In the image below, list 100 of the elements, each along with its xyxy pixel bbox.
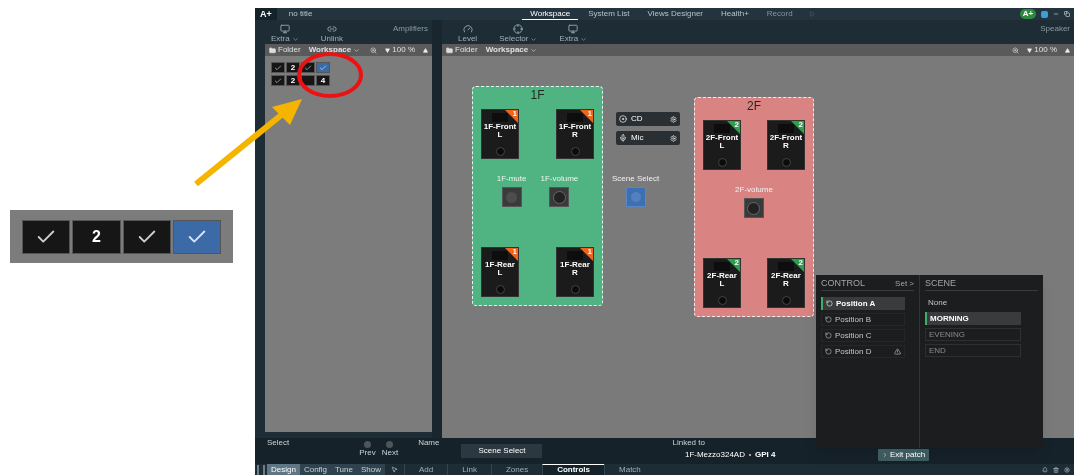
view-tab[interactable]: Controls xyxy=(542,464,605,475)
mode-tab[interactable]: Show xyxy=(356,464,385,475)
toolbar-button[interactable]: Extra xyxy=(271,24,299,43)
speaker[interactable]: 1F-Front L 1 xyxy=(481,109,519,159)
nav-button[interactable]: Next xyxy=(381,441,399,464)
speaker[interactable]: 2F-Front L 2 xyxy=(703,120,741,170)
disc-icon xyxy=(619,115,627,123)
checkmark-tile[interactable] xyxy=(301,62,315,73)
position-item[interactable]: Position C xyxy=(821,329,905,342)
highlight-circle xyxy=(296,51,364,99)
speaker[interactable]: 1F-Rear L 1 xyxy=(481,247,519,297)
folder-icon xyxy=(446,46,453,54)
nav-button[interactable]: Prev xyxy=(359,441,376,464)
minimize-icon[interactable] xyxy=(1053,11,1059,17)
preset-icon xyxy=(825,348,832,355)
trash-icon[interactable] xyxy=(1053,466,1059,473)
checkmark-tile[interactable] xyxy=(271,62,285,73)
toolbar-button[interactable]: Unlink xyxy=(320,24,343,43)
triangle-icon xyxy=(385,47,391,53)
checkmark-tile[interactable] xyxy=(271,75,285,86)
panel-toggle[interactable] xyxy=(257,464,265,475)
number-tile[interactable]: 2 xyxy=(72,219,121,254)
checkmark-tile[interactable] xyxy=(22,219,71,254)
mute-control[interactable] xyxy=(501,187,522,207)
monitor-icon xyxy=(279,24,290,34)
zoom-icon[interactable] xyxy=(1012,46,1020,54)
triangle-icon xyxy=(1027,47,1033,53)
user-badge[interactable]: A+ xyxy=(1020,9,1036,19)
speaker[interactable]: 1F-Front R 1 xyxy=(556,109,594,159)
scene-item[interactable]: MORNING xyxy=(925,312,1021,325)
speaker[interactable]: 2F-Front R 2 xyxy=(767,120,805,170)
linked-port: GPI 4 xyxy=(755,451,776,461)
speaker[interactable]: 2F-Rear R 2 xyxy=(767,258,805,308)
toolbar-button[interactable]: Extra xyxy=(559,24,588,43)
link-icon xyxy=(326,24,337,34)
control-label: Scene Select xyxy=(612,173,660,185)
volume-knob[interactable] xyxy=(549,187,570,207)
number-tile[interactable]: 4 xyxy=(316,75,330,86)
number-tile[interactable]: 2 xyxy=(286,62,300,73)
folder-button[interactable]: Folder xyxy=(446,46,478,54)
gauge-icon xyxy=(462,24,473,34)
zoom-icon[interactable] xyxy=(370,46,378,54)
warning-icon xyxy=(894,348,901,355)
app-logo: A+ xyxy=(255,8,277,20)
nav-tab[interactable]: Health+ xyxy=(713,8,757,20)
set-link[interactable]: Set > xyxy=(895,279,914,288)
section-title: Amplifiers xyxy=(392,23,428,35)
checkmark-tile[interactable] xyxy=(172,219,221,254)
checkmark-tile[interactable] xyxy=(316,62,330,73)
control-label: 2F-volume xyxy=(735,184,773,196)
preset-icon xyxy=(825,332,832,339)
triangle-icon[interactable] xyxy=(1065,47,1070,53)
app-icon[interactable] xyxy=(1041,10,1048,18)
crosshair-icon xyxy=(513,24,524,34)
nav-tab[interactable]: Views Designer xyxy=(639,8,711,20)
scene-item[interactable]: None xyxy=(925,296,1021,309)
source-item[interactable]: CD xyxy=(616,112,680,126)
settings-icon[interactable] xyxy=(1064,466,1070,473)
zone-area[interactable]: 1F 1F-Front L 1 1F-Front R 1 1F-mute 1F-volume 1F-Rear L 1 1F-Rear R 1 xyxy=(472,86,603,306)
chevron-icon xyxy=(291,35,299,43)
mode-tab[interactable]: Design xyxy=(267,464,300,475)
chevron-icon xyxy=(353,46,361,54)
source-item[interactable]: Mic xyxy=(616,131,680,145)
preset-icon xyxy=(826,300,833,307)
zoom-level-button[interactable]: 100 % xyxy=(1027,46,1057,54)
monitor-icon xyxy=(568,24,579,34)
folder-button[interactable]: Folder xyxy=(269,46,301,54)
zone-title: 1F xyxy=(530,89,545,101)
triangle-icon[interactable] xyxy=(423,47,428,53)
chevron-icon xyxy=(580,35,588,43)
zoom-level-button[interactable]: 100 % xyxy=(385,46,415,54)
mode-tab[interactable]: Tune xyxy=(331,464,357,475)
mode-tab[interactable]: Config xyxy=(299,464,332,475)
zone-area[interactable]: 2F 2F-Front L 2 2F-Front R 2 2F-volume 2F-Rear L 2 2F-Rear R 2 xyxy=(694,97,814,317)
workspace-dropdown[interactable]: Workspace xyxy=(485,46,538,54)
blank-tile[interactable] xyxy=(301,75,315,86)
name-field[interactable]: Scene Select xyxy=(461,444,543,458)
toolbar-button[interactable]: Selector xyxy=(499,24,538,43)
number-tile[interactable]: 2 xyxy=(286,75,300,86)
speaker[interactable]: 2F-Rear L 2 xyxy=(703,258,741,308)
exit-patch-button[interactable]: Exit patch xyxy=(878,449,930,461)
view-tab[interactable]: Link xyxy=(447,464,491,475)
position-item[interactable]: Position B xyxy=(821,313,905,326)
bell-icon[interactable] xyxy=(1042,466,1048,473)
view-tab[interactable]: Add xyxy=(404,464,448,475)
preset-icon xyxy=(825,316,832,323)
folder-icon xyxy=(269,46,276,54)
speaker[interactable]: 1F-Rear R 1 xyxy=(556,247,594,297)
nav-tab[interactable]: System List xyxy=(580,8,638,20)
workspace-dropdown[interactable]: Workspace xyxy=(308,46,361,54)
section-title: Speaker xyxy=(1040,23,1070,35)
checkmark-tile[interactable] xyxy=(122,219,171,254)
document-title: no title xyxy=(288,10,313,18)
linked-device: 1F-Mezzo324AD xyxy=(684,451,745,461)
position-item[interactable]: Position A xyxy=(821,297,905,310)
toolbar-button[interactable]: Level xyxy=(458,24,478,43)
position-item[interactable]: Position D xyxy=(821,345,905,358)
pointer-icon[interactable] xyxy=(391,466,398,473)
view-tab[interactable]: Match xyxy=(604,464,655,475)
restore-icon[interactable] xyxy=(1064,11,1070,17)
